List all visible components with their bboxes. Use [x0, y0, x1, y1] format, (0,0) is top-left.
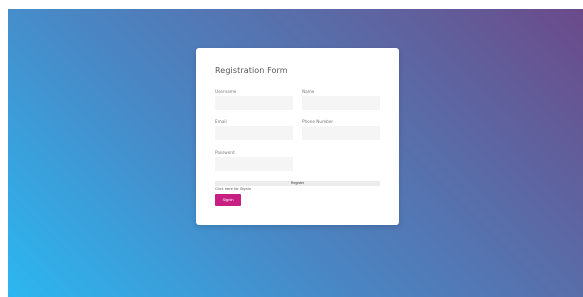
- register-button[interactable]: Register: [215, 181, 380, 186]
- registration-card: Registration Form Username Name Email Ph…: [196, 48, 399, 225]
- email-field[interactable]: [215, 126, 293, 140]
- name-label: Name: [302, 89, 315, 94]
- signin-link[interactable]: Click here for Signin: [215, 187, 251, 191]
- email-label: Email: [215, 119, 227, 124]
- phone-label: Phone Number: [302, 119, 334, 124]
- form-title: Registration Form: [215, 66, 288, 75]
- password-label: Password: [215, 150, 235, 155]
- username-field[interactable]: [215, 96, 293, 110]
- name-field[interactable]: [302, 96, 380, 110]
- phone-field[interactable]: [302, 126, 380, 140]
- password-field[interactable]: [215, 157, 293, 171]
- page-background: Registration Form Username Name Email Ph…: [8, 9, 583, 297]
- username-label: Username: [215, 89, 237, 94]
- signin-button[interactable]: Signin: [215, 194, 241, 206]
